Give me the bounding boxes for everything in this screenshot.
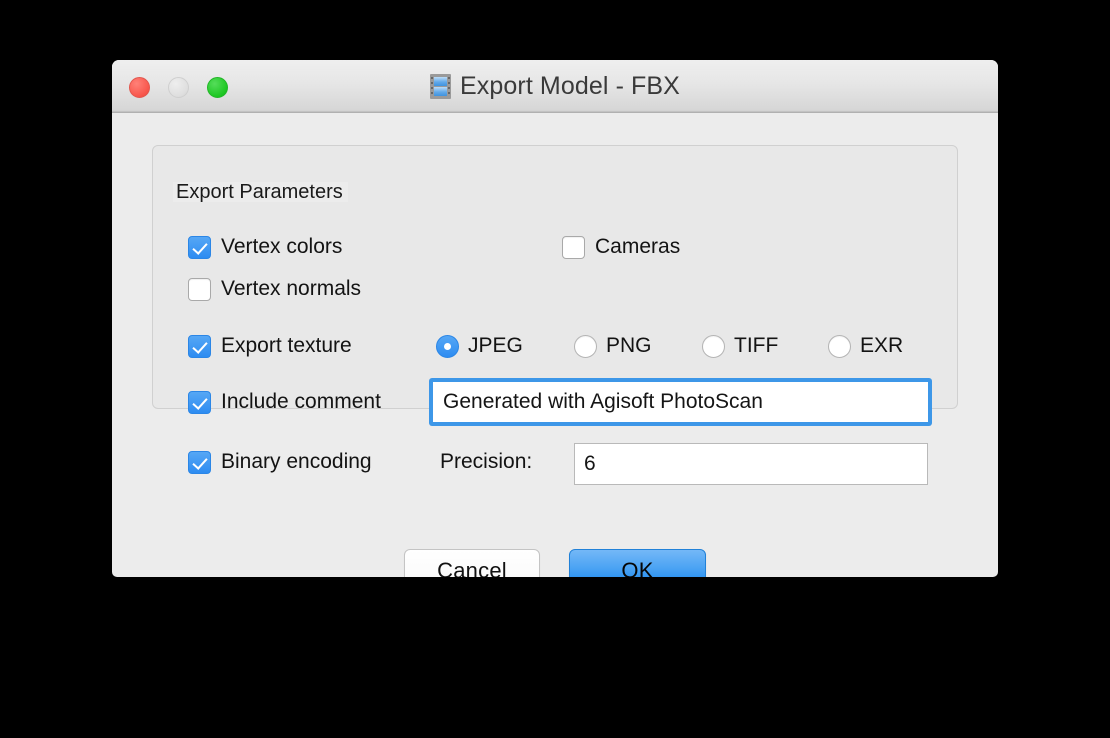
radio-png-label: PNG bbox=[606, 334, 652, 357]
radio-jpeg-circle[interactable] bbox=[436, 334, 459, 358]
checkbox-include-comment[interactable]: Include comment bbox=[188, 390, 381, 414]
checkbox-cameras-label: Cameras bbox=[595, 235, 681, 258]
radio-texture-format-exr[interactable]: EXR bbox=[828, 334, 903, 358]
checkbox-export-texture-label: Export texture bbox=[221, 334, 352, 357]
checkbox-cameras[interactable]: Cameras bbox=[562, 235, 680, 259]
checkbox-binary-encoding[interactable]: Binary encoding bbox=[188, 450, 372, 474]
export-parameters-legend: Export Parameters bbox=[173, 182, 348, 202]
close-button[interactable] bbox=[129, 77, 150, 98]
comment-input-focus-ring: Generated with Agisoft PhotoScan bbox=[429, 378, 932, 426]
precision-label: Precision: bbox=[440, 450, 533, 473]
checkbox-vertex-colors-label: Vertex colors bbox=[221, 235, 343, 258]
cancel-button[interactable]: Cancel bbox=[404, 549, 540, 577]
maximize-button[interactable] bbox=[207, 77, 228, 98]
radio-texture-format-jpeg[interactable]: JPEG bbox=[436, 334, 523, 358]
checkbox-include-comment-label: Include comment bbox=[221, 390, 381, 413]
checkbox-include-comment-box[interactable] bbox=[188, 390, 211, 414]
checkbox-vertex-colors[interactable]: Vertex colors bbox=[188, 235, 342, 259]
precision-input[interactable]: 6 bbox=[574, 443, 928, 485]
checkbox-vertex-normals-box[interactable] bbox=[188, 277, 211, 301]
title-bar[interactable]: Export Model - FBX bbox=[112, 60, 998, 113]
checkbox-binary-encoding-label: Binary encoding bbox=[221, 450, 372, 473]
radio-tiff-label: TIFF bbox=[734, 334, 779, 357]
precision-label-row: Precision: bbox=[440, 450, 532, 474]
radio-png-circle[interactable] bbox=[574, 334, 597, 358]
radio-texture-format-tiff[interactable]: TIFF bbox=[702, 334, 778, 358]
title-wrap: Export Model - FBX bbox=[112, 60, 998, 112]
export-model-dialog: Export Model - FBX Export Parameters Ver… bbox=[112, 60, 998, 577]
checkbox-export-texture-box[interactable] bbox=[188, 334, 211, 358]
checkbox-binary-encoding-box[interactable] bbox=[188, 450, 211, 474]
radio-tiff-circle[interactable] bbox=[702, 334, 725, 358]
radio-exr-label: EXR bbox=[860, 334, 904, 357]
radio-jpeg-label: JPEG bbox=[468, 334, 523, 357]
checkbox-export-texture[interactable]: Export texture bbox=[188, 334, 352, 358]
window-title: Export Model - FBX bbox=[460, 71, 680, 100]
dialog-body: Export Parameters Vertex colors Cameras … bbox=[112, 113, 998, 577]
checkbox-cameras-box[interactable] bbox=[562, 235, 585, 259]
checkbox-vertex-normals-label: Vertex normals bbox=[221, 277, 362, 300]
radio-texture-format-png[interactable]: PNG bbox=[574, 334, 652, 358]
checkbox-vertex-normals[interactable]: Vertex normals bbox=[188, 277, 361, 301]
radio-exr-circle[interactable] bbox=[828, 334, 851, 358]
film-strip-icon bbox=[430, 73, 452, 99]
comment-input[interactable]: Generated with Agisoft PhotoScan bbox=[433, 382, 928, 422]
checkbox-vertex-colors-box[interactable] bbox=[188, 235, 211, 259]
ok-button[interactable]: OK bbox=[569, 549, 706, 577]
minimize-button[interactable] bbox=[168, 77, 189, 98]
